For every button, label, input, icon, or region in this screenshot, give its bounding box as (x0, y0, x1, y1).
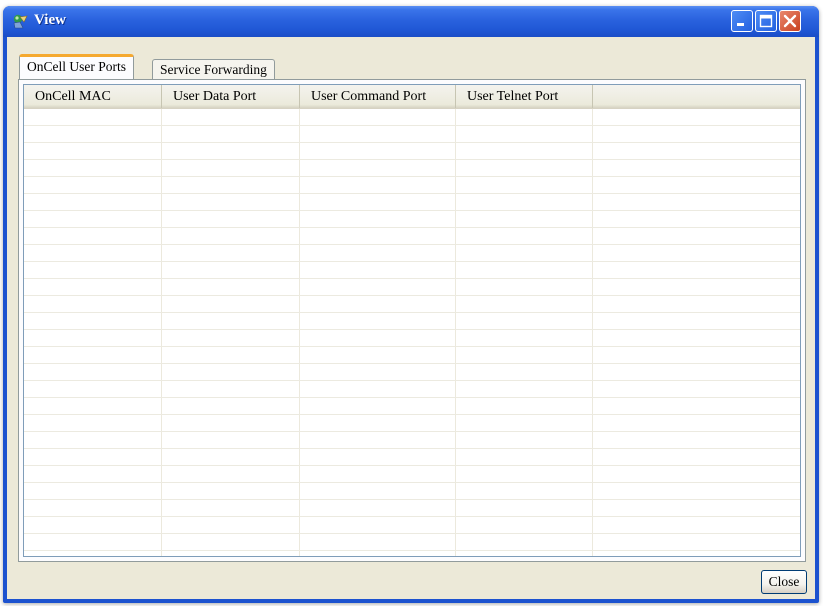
empty-table-row (24, 177, 800, 194)
empty-table-row (24, 432, 800, 449)
empty-table-row (24, 517, 800, 534)
dialog-client-area: OnCell User Ports Service Forwarding OnC… (7, 37, 815, 599)
empty-table-row (24, 109, 800, 126)
empty-table-row (24, 330, 800, 347)
close-button[interactable]: Close (761, 570, 807, 594)
empty-table-row (24, 262, 800, 279)
empty-table-row (24, 500, 800, 517)
view-window: View OnCell User Ports Service Forwardin… (3, 6, 819, 603)
empty-table-row (24, 279, 800, 296)
column-header-user-command-port[interactable]: User Command Port (300, 85, 456, 108)
empty-table-row (24, 449, 800, 466)
empty-table-row (24, 398, 800, 415)
empty-table-row (24, 160, 800, 177)
empty-table-row (24, 534, 800, 551)
empty-table-row (24, 415, 800, 432)
empty-table-row (24, 313, 800, 330)
window-title: View (34, 12, 66, 28)
empty-table-row (24, 381, 800, 398)
title-bar[interactable]: View (3, 6, 819, 37)
tab-oncell-user-ports[interactable]: OnCell User Ports (19, 54, 134, 79)
empty-table-row (24, 194, 800, 211)
tab-panel: OnCell MAC User Data Port User Command P… (18, 79, 806, 562)
empty-table-row (24, 245, 800, 262)
user-ports-table[interactable]: OnCell MAC User Data Port User Command P… (23, 84, 801, 557)
empty-table-row (24, 296, 800, 313)
column-header-user-data-port[interactable]: User Data Port (162, 85, 300, 108)
empty-table-row (24, 126, 800, 143)
tab-service-forwarding[interactable]: Service Forwarding (152, 59, 275, 80)
empty-table-row (24, 211, 800, 228)
empty-table-row (24, 466, 800, 483)
close-window-button[interactable] (779, 10, 801, 32)
app-icon (11, 13, 29, 30)
close-icon (783, 14, 797, 28)
minimize-icon (737, 23, 744, 26)
empty-table-row (24, 364, 800, 381)
table-body (24, 109, 800, 551)
empty-table-row (24, 143, 800, 160)
minimize-button[interactable] (731, 10, 753, 32)
table-header: OnCell MAC User Data Port User Command P… (24, 85, 800, 109)
empty-table-row (24, 483, 800, 500)
maximize-icon (759, 14, 773, 28)
empty-table-row (24, 228, 800, 245)
empty-table-row (24, 347, 800, 364)
column-header-user-telnet-port[interactable]: User Telnet Port (456, 85, 593, 108)
maximize-button[interactable] (755, 10, 777, 32)
column-header-oncell-mac[interactable]: OnCell MAC (24, 85, 162, 108)
